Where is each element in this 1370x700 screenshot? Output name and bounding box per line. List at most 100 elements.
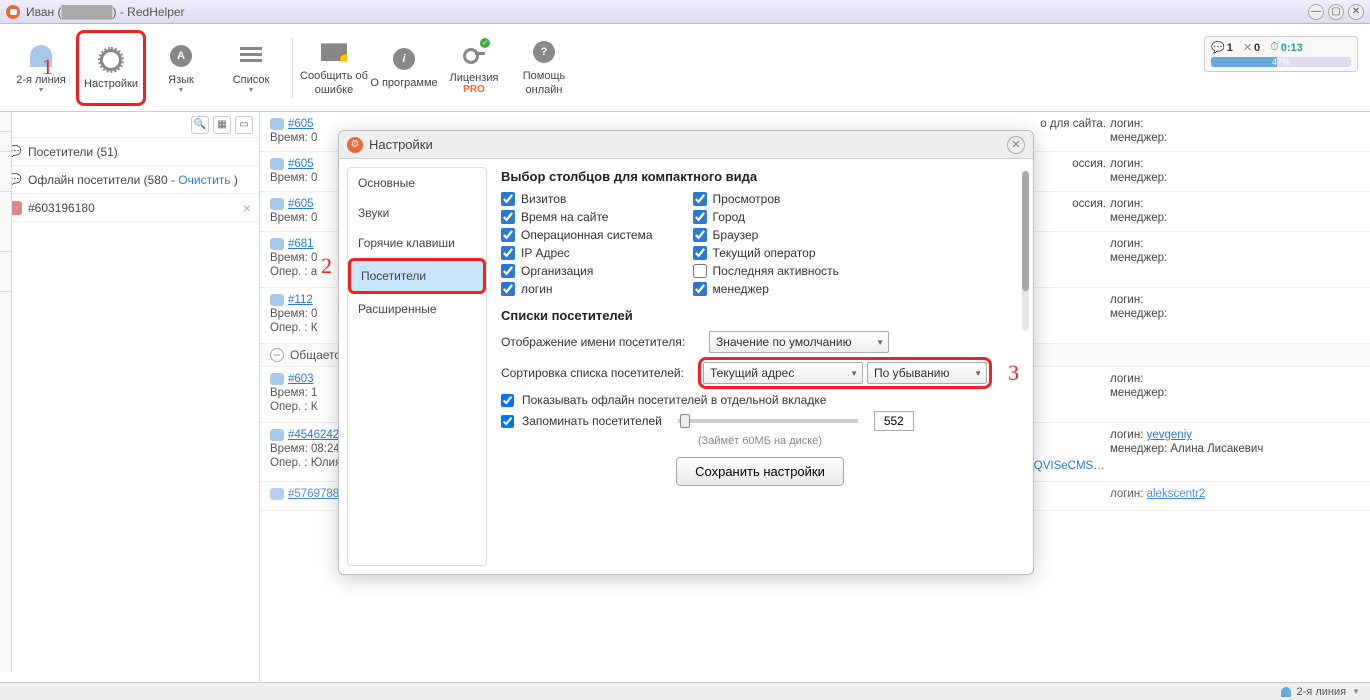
help-label: Помощь онлайн — [509, 70, 579, 96]
visitors-section[interactable]: 💬 Посетители (51) — [0, 138, 259, 166]
column-checkbox[interactable] — [693, 282, 707, 296]
chat-icon — [270, 429, 284, 441]
column-checkbox[interactable] — [501, 246, 515, 260]
close-button[interactable]: ✕ — [1348, 4, 1364, 20]
visitor-id-link[interactable]: #681 — [288, 238, 314, 250]
help-icon: ? — [533, 41, 555, 63]
report-label: Сообщить об ошибке — [299, 70, 369, 96]
column-checkbox[interactable] — [501, 192, 515, 206]
visitor-id-link[interactable]: #112 — [288, 294, 313, 306]
chat-icon — [270, 373, 284, 385]
close-visitor-button[interactable]: × — [243, 200, 251, 216]
settings-label: Настройки — [84, 78, 138, 90]
grid-view-button[interactable]: ▦ — [213, 116, 231, 134]
column-checkbox[interactable] — [501, 228, 515, 242]
modal-close-button[interactable]: ✕ — [1007, 136, 1025, 154]
search-button[interactable]: 🔍 — [191, 116, 209, 134]
remember-label: Запоминать посетителей — [522, 414, 662, 428]
name-display-dropdown[interactable]: Значение по умолчанию — [709, 331, 889, 353]
gear-icon — [100, 49, 122, 71]
callout-3: 3 — [1008, 360, 1019, 386]
column-checkbox-row[interactable]: Операционная система — [501, 228, 653, 242]
minimize-button[interactable]: — — [1308, 4, 1324, 20]
nav-sounds[interactable]: Звуки — [348, 198, 486, 228]
save-settings-button[interactable]: Сохранить настройки — [676, 457, 844, 486]
license-button[interactable]: ✓ Лицензия PRO — [439, 30, 509, 106]
help-button[interactable]: ? Помощь онлайн — [509, 30, 579, 106]
column-checkbox-row[interactable]: Просмотров — [693, 192, 839, 206]
offline-visitors-section[interactable]: 💬 Офлайн посетители (580 - Очистить ) — [0, 166, 259, 194]
license-label: Лицензия — [450, 72, 499, 84]
toolbar-divider — [292, 38, 293, 98]
visitor-item[interactable]: #603196180 × — [0, 194, 259, 222]
settings-modal: ⚙ Настройки ✕ Основные Звуки Горячие кла… — [338, 130, 1034, 575]
callout-2: 2 — [321, 253, 332, 279]
status-panel: 💬1 ✕0 ⏱0:13 47% — [1204, 36, 1358, 72]
nav-hotkeys[interactable]: Горячие клавиши — [348, 228, 486, 258]
column-checkbox-row[interactable]: Организация — [501, 264, 653, 278]
column-checkbox-row[interactable]: Визитов — [501, 192, 653, 206]
visitor-id-link[interactable]: #605 — [288, 118, 314, 130]
column-checkbox[interactable] — [693, 264, 707, 278]
nav-advanced[interactable]: Расширенные — [348, 294, 486, 324]
sort-label: Сортировка списка посетителей: — [501, 366, 690, 380]
settings-button[interactable]: Настройки — [76, 30, 146, 106]
modal-title-label: Настройки — [369, 137, 433, 152]
column-checkbox[interactable] — [501, 210, 515, 224]
callout-1: 1 — [42, 54, 53, 80]
column-checkbox-row[interactable]: логин — [501, 282, 653, 296]
manager: Алина Лисакевич — [1170, 443, 1263, 455]
sort-order-dropdown[interactable]: По убыванию — [867, 362, 987, 384]
user-icon — [1281, 687, 1291, 697]
line-button[interactable]: 2-я линия ▼ — [6, 30, 76, 106]
name-display-label: Отображение имени посетителя: — [501, 335, 701, 349]
column-checkbox-row[interactable]: Браузер — [693, 228, 839, 242]
maximize-button[interactable]: ▢ — [1328, 4, 1344, 20]
remember-value-input[interactable] — [874, 411, 914, 431]
visitors-label: Посетители (51) — [28, 145, 118, 159]
sort-field-dropdown[interactable]: Текущий адрес — [703, 362, 863, 384]
list-button[interactable]: Список ▼ — [216, 30, 286, 106]
offline-tab-checkbox[interactable] — [501, 394, 514, 407]
column-checkbox-row[interactable]: IP Адрес — [501, 246, 653, 260]
nav-visitors[interactable]: Посетители — [348, 258, 486, 294]
clear-link[interactable]: Очистить — [178, 173, 230, 187]
scrollbar[interactable] — [1022, 171, 1029, 331]
visitor-id-link[interactable]: #605 — [288, 158, 314, 170]
column-checkbox-row[interactable]: Город — [693, 210, 839, 224]
login-link[interactable]: alekscentr2 — [1147, 488, 1206, 500]
column-checkbox[interactable] — [693, 192, 707, 206]
columns-heading: Выбор столбцов для компактного вида — [501, 169, 1019, 184]
collapse-icon[interactable]: − — [270, 348, 284, 362]
modal-titlebar: ⚙ Настройки ✕ — [339, 131, 1033, 159]
settings-nav: Основные Звуки Горячие клавиши Посетител… — [347, 167, 487, 566]
nav-basic[interactable]: Основные — [348, 168, 486, 198]
column-checkbox[interactable] — [693, 228, 707, 242]
visitor-id-link[interactable]: #603 — [288, 373, 314, 385]
column-checkbox-row[interactable]: Последняя активность — [693, 264, 839, 278]
card-view-button[interactable]: ▭ — [235, 116, 253, 134]
window-title: Иван (██████) - RedHelper — [26, 5, 185, 19]
language-label: Язык — [168, 74, 194, 86]
about-button[interactable]: i О программе — [369, 30, 439, 106]
column-checkbox[interactable] — [693, 210, 707, 224]
chevron-down-icon[interactable]: ▼ — [1352, 687, 1360, 696]
column-checkbox[interactable] — [693, 246, 707, 260]
status-time: ⏱0:13 — [1270, 41, 1303, 54]
visitor-id-link[interactable]: #605 — [288, 198, 314, 210]
report-button[interactable]: Сообщить об ошибке — [299, 30, 369, 106]
remember-checkbox[interactable] — [501, 415, 514, 428]
login-link[interactable]: yevgeniy — [1147, 429, 1192, 441]
chat-icon — [270, 158, 284, 170]
language-button[interactable]: A Язык ▼ — [146, 30, 216, 106]
remember-hint: (Займёт 60МБ на диске) — [501, 435, 1019, 447]
offline-tab-label: Показывать офлайн посетителей в отдельно… — [522, 393, 826, 407]
column-checkbox-row[interactable]: менеджер — [693, 282, 839, 296]
column-checkbox[interactable] — [501, 282, 515, 296]
window-controls: — ▢ ✕ — [1308, 4, 1364, 20]
group-label: Общаетс — [290, 348, 340, 362]
remember-slider[interactable] — [678, 419, 858, 423]
column-checkbox-row[interactable]: Время на сайте — [501, 210, 653, 224]
column-checkbox[interactable] — [501, 264, 515, 278]
column-checkbox-row[interactable]: Текущий оператор — [693, 246, 839, 260]
